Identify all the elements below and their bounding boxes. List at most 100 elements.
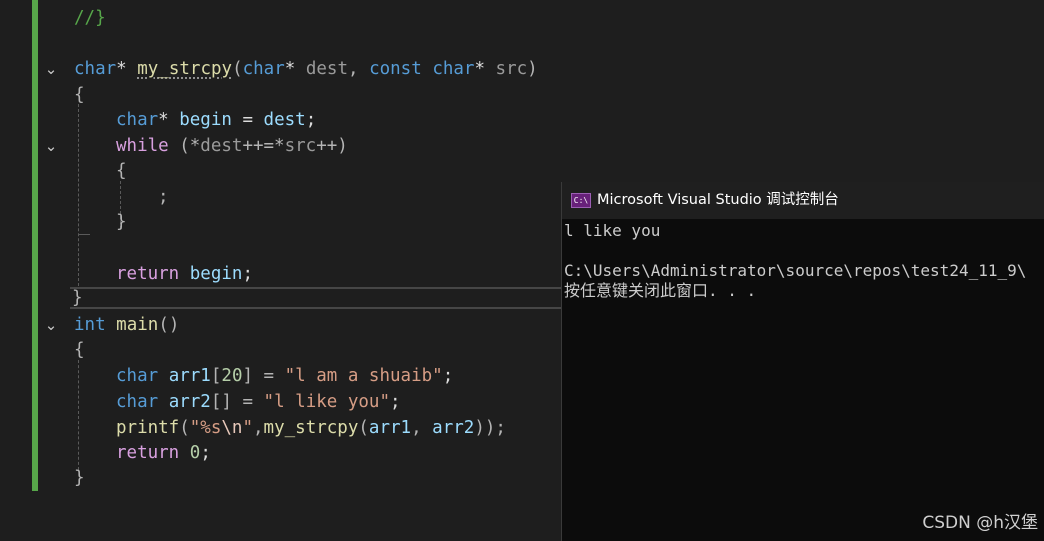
token: ( xyxy=(232,59,243,79)
number: 0 xyxy=(189,443,201,463)
function-name: my_strcpy xyxy=(137,59,233,79)
keyword: char xyxy=(116,110,159,130)
token: ++) xyxy=(316,136,348,156)
token: ( xyxy=(358,418,369,438)
keyword: char xyxy=(432,59,475,79)
code-line[interactable]: int main() xyxy=(74,313,179,337)
fold-collapse-icon[interactable]: ⌄ xyxy=(42,60,60,78)
token: , xyxy=(253,418,264,438)
keyword: const xyxy=(369,59,422,79)
code-line[interactable]: return 0; xyxy=(116,441,211,465)
brace: } xyxy=(72,288,83,308)
code-line[interactable]: { xyxy=(116,159,127,183)
code-line[interactable]: //} xyxy=(74,6,106,30)
token: ; xyxy=(389,392,401,412)
code-line[interactable]: while (*dest++=*src++) xyxy=(116,134,348,158)
code-line[interactable]: char* my_strcpy(char* dest, const char* … xyxy=(74,57,538,81)
variable: begin xyxy=(189,264,243,284)
string-literal: "l am a shuaib" xyxy=(284,366,443,386)
number: 20 xyxy=(221,366,243,386)
current-line-highlight xyxy=(70,287,570,309)
variable: arr1 xyxy=(368,418,412,438)
keyword: char xyxy=(116,392,159,412)
token: )); xyxy=(474,418,506,438)
variable: dest xyxy=(263,110,306,130)
keyword: return xyxy=(116,443,180,463)
keyword: char xyxy=(116,366,159,386)
token: ; xyxy=(200,443,211,463)
code-line[interactable]: char arr1[20] = "l am a shuaib"; xyxy=(116,364,453,388)
fold-collapse-icon[interactable]: ⌄ xyxy=(42,137,60,155)
token: [ xyxy=(210,366,222,386)
token: * xyxy=(474,59,496,79)
indent-guide xyxy=(78,360,79,470)
function-name: printf xyxy=(116,418,180,438)
parameter: dest xyxy=(305,59,348,79)
token: ( xyxy=(179,418,190,438)
token: (* xyxy=(168,136,201,156)
brace: { xyxy=(116,161,127,181)
token: * xyxy=(284,59,306,79)
keyword: char xyxy=(74,59,117,79)
parameter: src xyxy=(495,59,528,79)
token: ) xyxy=(527,59,538,79)
token: ; xyxy=(442,366,454,386)
brace: } xyxy=(74,468,85,488)
console-title: Microsoft Visual Studio 调试控制台 xyxy=(597,192,839,208)
parameter: src xyxy=(284,136,317,156)
code-line[interactable]: } xyxy=(74,466,85,490)
code-line[interactable]: char arr2[] = "l like you"; xyxy=(116,390,401,414)
token: ; xyxy=(305,110,317,130)
code-line[interactable]: ; xyxy=(158,185,169,209)
console-title-bar[interactable]: C:\ Microsoft Visual Studio 调试控制台 xyxy=(562,182,1044,219)
token: ++=* xyxy=(242,136,285,156)
fold-collapse-icon[interactable]: ⌄ xyxy=(42,316,60,334)
parameter: dest xyxy=(200,136,243,156)
token: () xyxy=(158,315,180,335)
token: , xyxy=(348,59,370,79)
token: ; xyxy=(242,264,253,284)
console-output-line: C:\Users\Administrator\source\repos\test… xyxy=(564,261,1027,280)
brace: { xyxy=(74,85,85,105)
keyword: return xyxy=(116,264,180,284)
code-line[interactable]: } xyxy=(116,210,127,234)
code-line[interactable]: } xyxy=(72,286,83,310)
token: * xyxy=(116,59,138,79)
code-line[interactable]: { xyxy=(74,338,85,362)
variable: begin xyxy=(179,110,232,130)
change-indicator-bar xyxy=(32,0,38,491)
string-literal: " xyxy=(242,418,253,438)
brace: { xyxy=(74,340,85,360)
token: * xyxy=(158,110,180,130)
function-name: my_strcpy xyxy=(263,418,359,438)
comment: //} xyxy=(74,8,106,28)
code-line[interactable]: { xyxy=(74,83,85,107)
function-name: main xyxy=(116,315,159,335)
token: ; xyxy=(158,187,169,207)
string-literal: "l like you" xyxy=(263,392,390,412)
indent-guide xyxy=(78,234,90,235)
variable: arr1 xyxy=(168,366,211,386)
brace: } xyxy=(116,212,127,232)
variable: arr2 xyxy=(168,392,211,412)
console-output-line: 按任意键关闭此窗口. . . xyxy=(564,281,757,300)
token: , xyxy=(411,418,433,438)
variable: arr2 xyxy=(432,418,475,438)
token: = xyxy=(231,110,264,130)
keyword: char xyxy=(242,59,285,79)
code-line[interactable]: char* begin = dest; xyxy=(116,108,316,132)
token: [] = xyxy=(210,392,264,412)
keyword: while xyxy=(116,136,169,156)
code-line[interactable]: printf("%s\n",my_strcpy(arr1, arr2)); xyxy=(116,416,506,440)
console-output-line: l like you xyxy=(564,221,661,240)
console-app-icon: C:\ xyxy=(571,193,591,208)
code-line[interactable]: return begin; xyxy=(116,262,253,286)
debug-console-window[interactable]: C:\ Microsoft Visual Studio 调试控制台 l like… xyxy=(561,182,1044,541)
watermark: CSDN @h汉堡 xyxy=(922,513,1038,533)
